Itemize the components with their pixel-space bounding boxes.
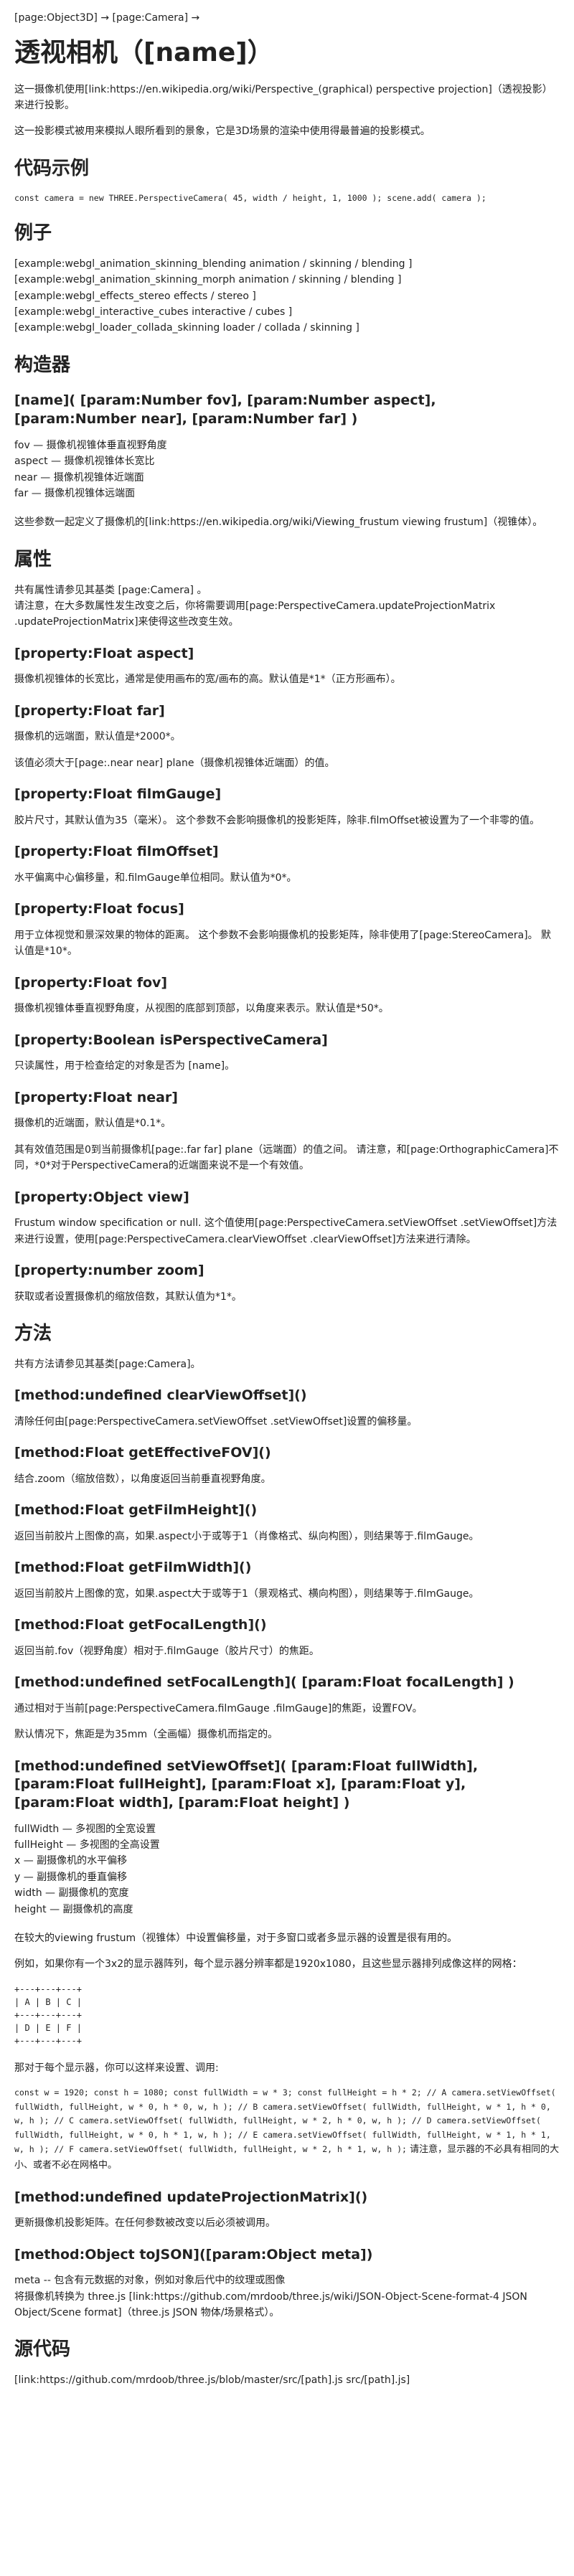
constructor-note: 这些参数一起定义了摄像机的[link:https://en.wikipedia.… (14, 516, 543, 529)
property-description: 摄像机的近端面，默认值是*0.1*。 (14, 1118, 171, 1130)
property-description: 用于立体视觉和景深效果的物体的距离。 这个参数不会影响摄像机的投影矩阵，除非使用… (14, 929, 552, 958)
properties-list: [property:Float aspect] 摄像机视锥体的长宽比，通常是使用画… (14, 645, 560, 1305)
code-example-heading: 代码示例 (14, 157, 90, 179)
method-signature-to-json: [method:Object toJSON]([param:Object met… (14, 2246, 373, 2263)
method-description: 默认情况下，焦距是为35mm（全画幅）摄像机而指定的。 (14, 1729, 278, 1741)
example-link[interactable]: [example:webgl_loader_collada_skinning l… (14, 320, 560, 336)
properties-intro: 共有属性请参见其基类 [page:Camera] 。 请注意，在大多数属性发生改… (14, 584, 496, 628)
monitor-grid-diagram: +---+---+---+ | A | B | C | +---+---+---… (14, 1983, 82, 2046)
method-signature-update-projection-matrix: [method:undefined updateProjectionMatrix… (14, 2189, 368, 2205)
property-description: 其有效值范围是0到当前摄像机[page:.far far] plane（远端面）… (14, 1143, 559, 1172)
methods-list: [method:undefined clearViewOffset]() 清除任何… (14, 1387, 560, 1743)
property-signature-near: [property:Float near] (14, 1089, 178, 1105)
property-signature-focus: [property:Float focus] (14, 901, 184, 917)
constructor-signature: [name]( [param:Number fov], [param:Numbe… (14, 392, 436, 428)
source-link[interactable]: [link:https://github.com/mrdoob/three.js… (14, 2372, 560, 2388)
method-description: 返回当前胶片上图像的高，如果.aspect小于或等于1（肖像格式、纵向构图），则… (14, 1530, 479, 1542)
method-signature-get-focal-length: [method:Float getFocalLength]() (14, 1617, 267, 1633)
param-line: width — 副摄像机的宽度 (14, 1887, 129, 1900)
method-description: 返回当前.fov（视野角度）相对于.filmGauge（胶片尺寸）的焦距。 (14, 1645, 319, 1657)
property-description: 胶片尺寸，其默认值为35（毫米）。 这个参数不会影响摄像机的投影矩阵，除非.fi… (14, 814, 540, 826)
setviewoffset-desc-1: 在较大的viewing frustum（视锥体）中设置偏移量，对于多窗口或者多显… (14, 1932, 458, 1944)
example-link[interactable]: [example:webgl_animation_skinning_morph … (14, 272, 560, 288)
method-description: 结合.zoom（缩放倍数），以角度返回当前垂直视野角度。 (14, 1473, 271, 1485)
method-description: 通过相对于当前[page:PerspectiveCamera.filmGauge… (14, 1702, 423, 1714)
setviewoffset-desc-3: 那对于每个显示器，你可以这样来设置、调用: (14, 2062, 219, 2074)
property-description: 获取或者设置摄像机的缩放倍数，其默认值为*1*。 (14, 1291, 242, 1303)
param-line: near — 摄像机视锥体近端面 (14, 471, 144, 483)
method-signature-get-film-height: [method:Float getFilmHeight]() (14, 1502, 258, 1519)
property-description: 摄像机视锥体垂直视野角度，从视图的底部到顶部，以角度来表示。默认值是*50*。 (14, 1003, 389, 1015)
method-signature-get-effective-fov: [method:Float getEffectiveFOV]() (14, 1445, 271, 1461)
property-description: Frustum window specification or null. 这个… (14, 1217, 557, 1245)
methods-tail-list: [method:undefined updateProjectionMatrix… (14, 2189, 560, 2321)
method-signature-clear-view-offset: [method:undefined clearViewOffset]() (14, 1387, 307, 1404)
property-description: 该值必须大于[page:.near near] plane（摄像机视锥体近端面）… (14, 757, 335, 769)
property-description: 水平偏离中心偏移量，和.filmGauge单位相同。默认值为*0*。 (14, 872, 297, 884)
method-description: 更新摄像机投影矩阵。在任何参数被改变以后必须被调用。 (14, 2217, 276, 2230)
method-description: meta -- 包含有元数据的对象，例如对象后代中的纹理或图像 将摄像机转换为 … (14, 2275, 527, 2318)
properties-heading: 属性 (14, 548, 52, 570)
example-link[interactable]: [example:webgl_interactive_cubes interac… (14, 304, 560, 320)
setviewoffset-params: fullWidth — 多视图的全宽设置 fullHeight — 多视图的全高… (14, 1821, 560, 1917)
setviewoffset-desc-2: 例如，如果你有一个3x2的显示器阵列，每个显示器分辨率都是1920x1080，且… (14, 1958, 522, 1971)
method-signature-setviewoffset: [method:undefined setViewOffset]( [param… (14, 1758, 479, 1811)
example-link[interactable]: [example:webgl_effects_stereo effects / … (14, 288, 560, 304)
property-signature-zoom: [property:number zoom] (14, 1262, 204, 1278)
property-signature-aspect: [property:Float aspect] (14, 645, 194, 661)
constructor-heading: 构造器 (14, 354, 71, 376)
page-title: 透视相机（[name]） (14, 38, 273, 68)
param-line: far — 摄像机视锥体远端面 (14, 487, 136, 499)
intro-paragraph-1: 这一摄像机使用[link:https://en.wikipedia.org/wi… (14, 83, 552, 111)
property-signature-far: [property:Float far] (14, 702, 165, 719)
method-description: 返回当前胶片上图像的宽，如果.aspect大于或等于1（景观格式、横向构图），则… (14, 1587, 479, 1600)
param-line: aspect — 摄像机视锥体长宽比 (14, 456, 155, 468)
property-description: 摄像机视锥体的长宽比，通常是使用画布的宽/画布的高。默认值是*1*（正方形画布）… (14, 674, 401, 686)
methods-heading: 方法 (14, 1322, 52, 1344)
methods-intro: 共有方法请参见其基类[page:Camera]。 (14, 1358, 201, 1370)
property-description: 摄像机的远端面，默认值是*2000*。 (14, 731, 181, 743)
constructor-params: fov — 摄像机视锥体垂直视野角度 aspect — 摄像机视锥体长宽比 ne… (14, 438, 560, 502)
param-line: fov — 摄像机视锥体垂直视野角度 (14, 439, 167, 451)
method-description: 清除任何由[page:PerspectiveCamera.setViewOffs… (14, 1415, 418, 1428)
setviewoffset-code: const w = 1920; const h = 1080; const fu… (14, 2086, 560, 2174)
intro-paragraph-2: 这一投影模式被用来模拟人眼所看到的景象，它是3D场景的渲染中使用得最普遍的投影模… (14, 126, 430, 138)
param-line: x — 副摄像机的水平偏移 (14, 1855, 128, 1867)
method-signature-get-film-width: [method:Float getFilmWidth]() (14, 1560, 252, 1576)
param-line: height — 副摄像机的高度 (14, 1903, 133, 1915)
property-signature-film-offset: [property:Float filmOffset] (14, 844, 219, 860)
property-signature-fov: [property:Float fov] (14, 974, 168, 991)
examples-list: [example:webgl_animation_skinning_blendi… (14, 256, 560, 336)
property-signature-view: [property:Object view] (14, 1189, 189, 1205)
breadcrumb[interactable]: [page:Object3D] → [page:Camera] → (14, 10, 560, 26)
property-signature-is-perspective-camera: [property:Boolean isPerspectiveCamera] (14, 1032, 328, 1048)
code-example: const camera = new THREE.PerspectiveCame… (14, 192, 486, 203)
param-line: y — 副摄像机的垂直偏移 (14, 1871, 128, 1883)
doc-page: [page:Object3D] → [page:Camera] → 透视相机（[… (0, 0, 574, 2428)
method-signature-set-focal-length: [method:undefined setFocalLength]( [para… (14, 1674, 514, 1691)
property-description: 只读属性，用于检查给定的对象是否为 [name]。 (14, 1060, 235, 1072)
source-heading: 源代码 (14, 2339, 71, 2361)
examples-heading: 例子 (14, 222, 52, 244)
example-link[interactable]: [example:webgl_animation_skinning_blendi… (14, 256, 560, 272)
param-line: fullWidth — 多视图的全宽设置 (14, 1823, 156, 1835)
param-line: fullHeight — 多视图的全高设置 (14, 1839, 160, 1851)
property-signature-film-gauge: [property:Float filmGauge] (14, 786, 222, 803)
